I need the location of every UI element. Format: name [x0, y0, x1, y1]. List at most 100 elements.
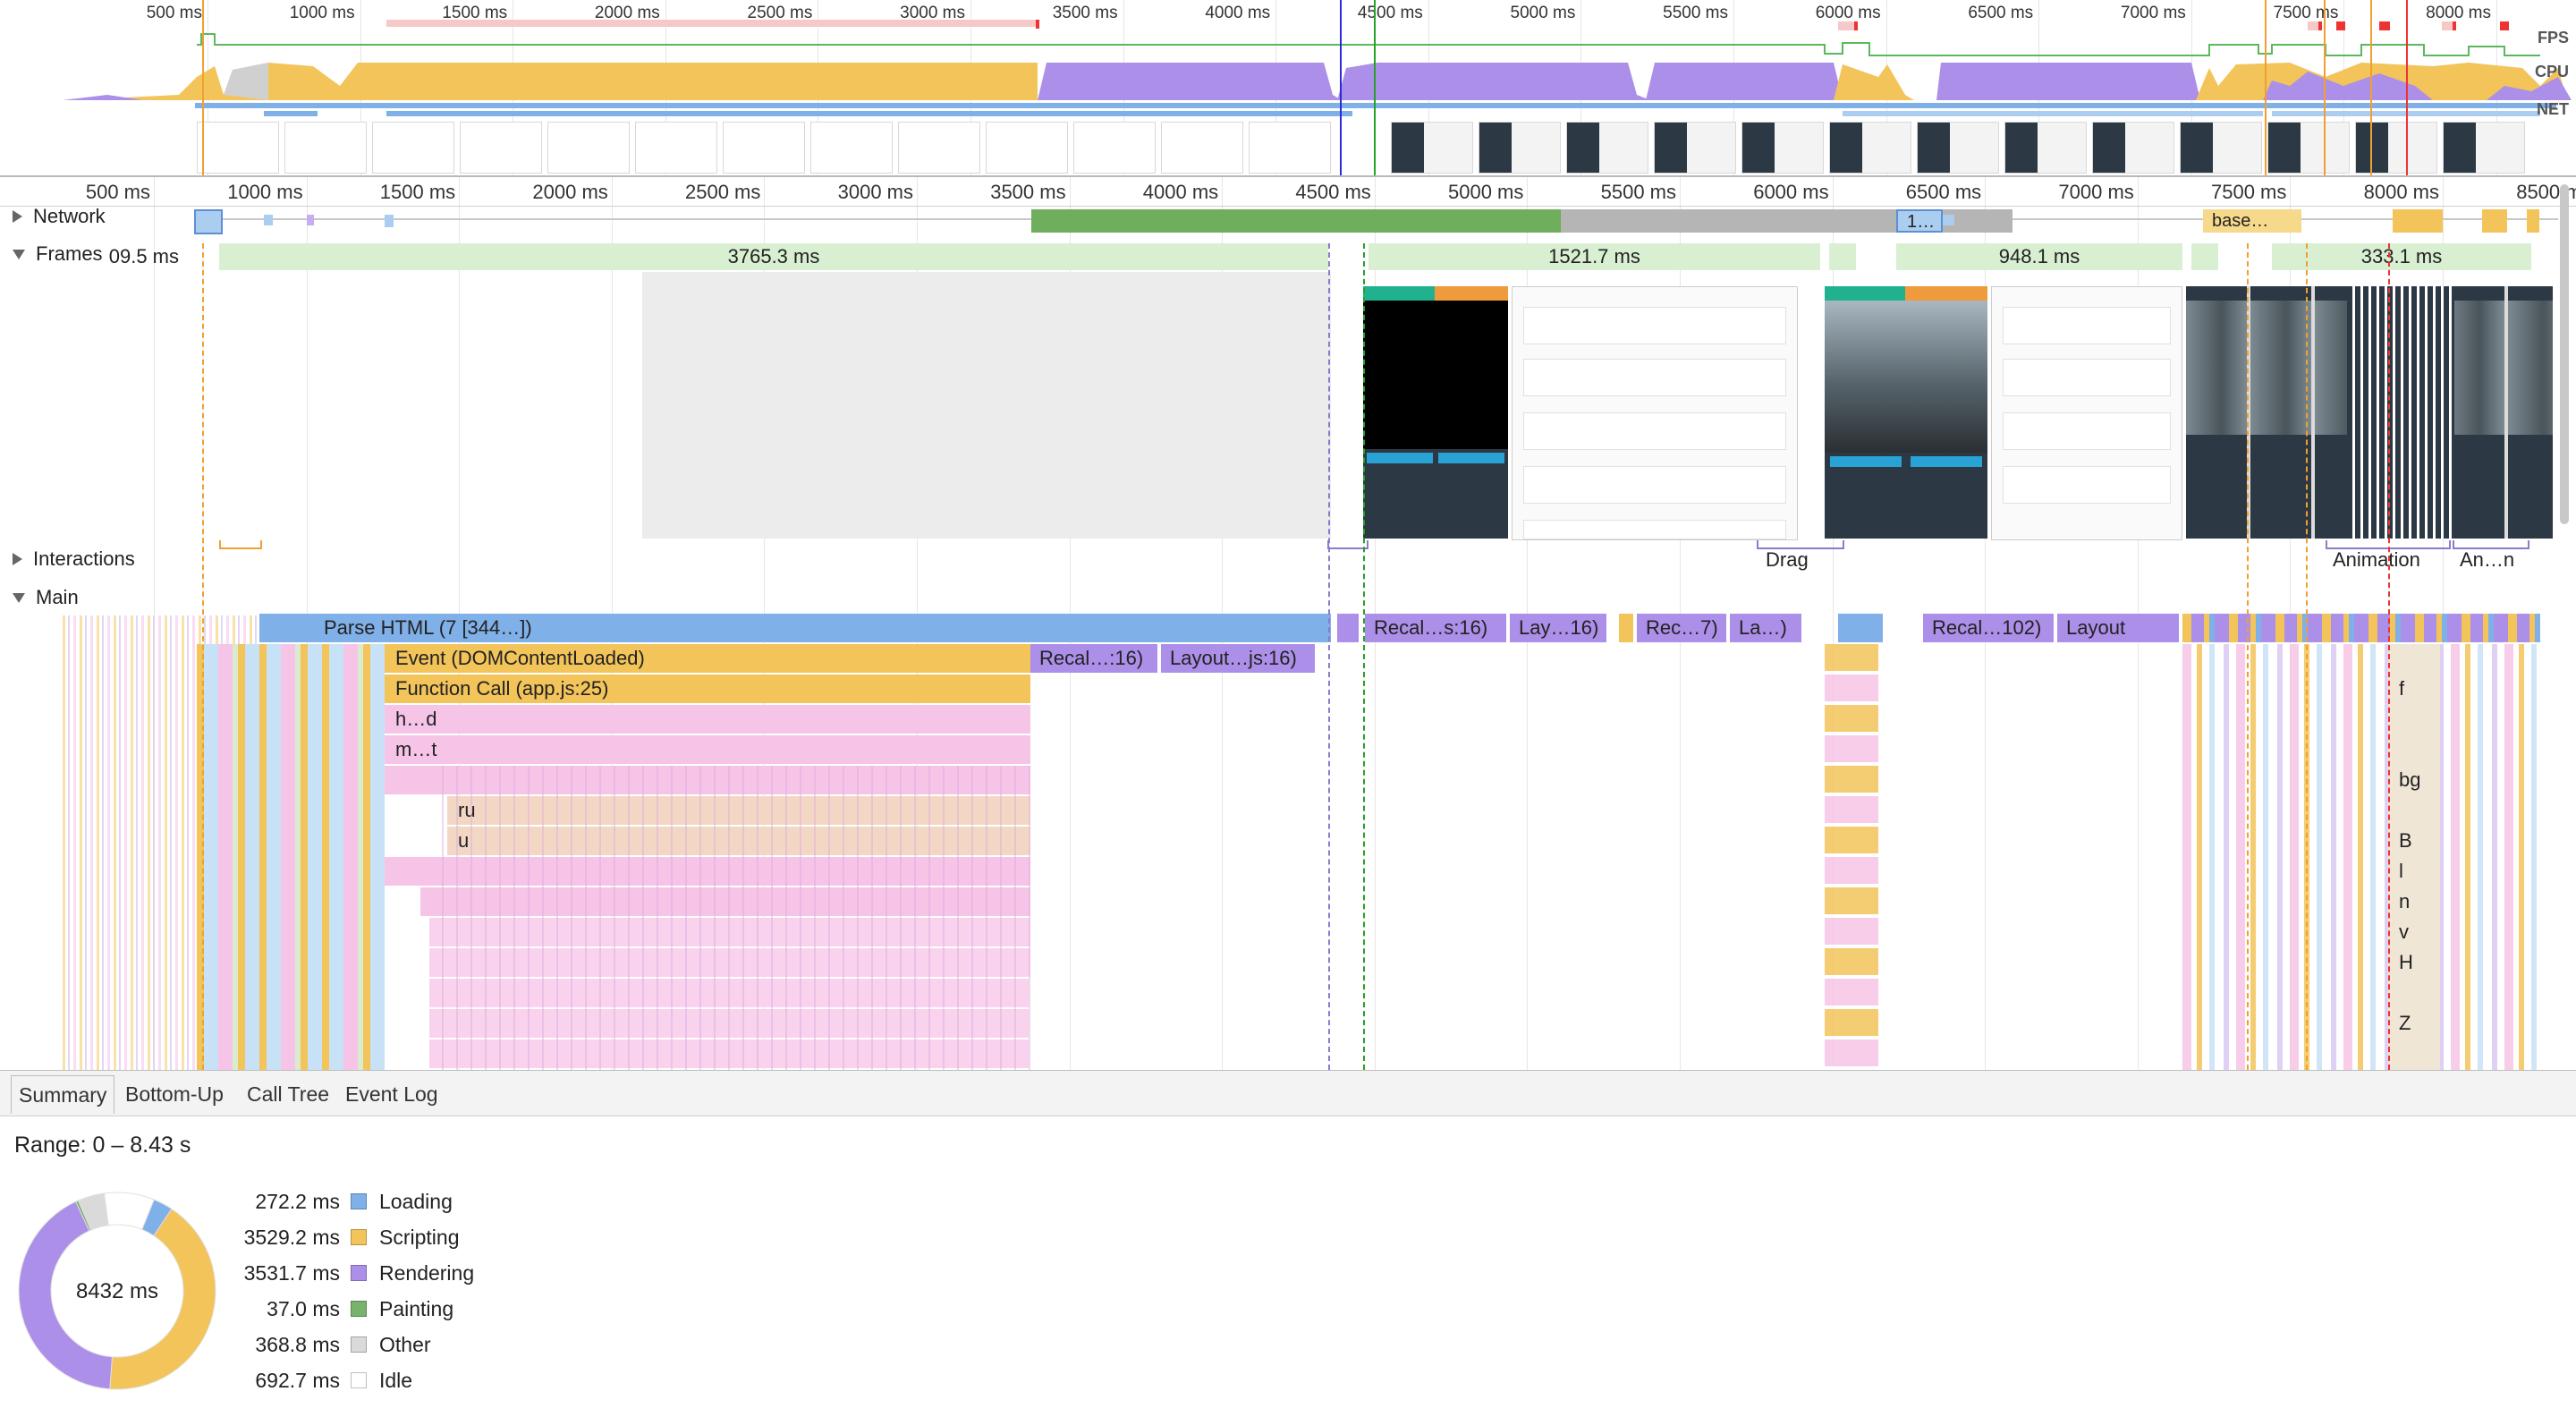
main-event-side-label[interactable]: l — [2399, 857, 2403, 886]
network-request[interactable] — [194, 209, 223, 234]
main-event-recalc[interactable]: Rec…7) — [1637, 614, 1726, 642]
filmstrip-frame[interactable] — [1161, 122, 1243, 174]
filmstrip-frame[interactable] — [1741, 122, 1824, 174]
filmstrip-frame[interactable] — [1249, 122, 1331, 174]
main-event-block[interactable] — [1619, 614, 1633, 642]
network-request-labeled[interactable]: base… — [2203, 209, 2301, 233]
summary-total: 8432 ms — [76, 1279, 158, 1303]
filmstrip-frame[interactable] — [1479, 122, 1561, 174]
interaction-bracket — [219, 540, 262, 549]
tab-bottom-up[interactable]: Bottom-Up — [118, 1075, 231, 1113]
filmstrip-frame[interactable] — [1829, 122, 1911, 174]
summary-label: Rendering — [379, 1261, 475, 1285]
main-event-js-frame[interactable]: m…t — [385, 735, 1030, 764]
filmstrip — [197, 122, 2558, 174]
track-frames-header[interactable]: Frames — [13, 242, 103, 266]
tab-call-tree[interactable]: Call Tree — [240, 1075, 336, 1113]
main-event-layout[interactable]: Layout…js:16) — [1161, 644, 1315, 673]
filmstrip-frame[interactable] — [810, 122, 893, 174]
main-event-side-label[interactable]: H — [2399, 948, 2413, 977]
frame-bar[interactable] — [1829, 243, 1856, 270]
filmstrip-frame[interactable] — [2092, 122, 2174, 174]
expand-arrow-icon[interactable] — [13, 553, 22, 565]
main-event-recalc[interactable]: Recal…:16) — [1030, 644, 1157, 673]
network-request[interactable] — [307, 215, 314, 225]
collapse-arrow-icon[interactable] — [13, 249, 25, 259]
filmstrip-frame[interactable] — [986, 122, 1068, 174]
frame-bar[interactable]: 1521.7 ms — [1368, 243, 1820, 270]
network-request[interactable] — [2527, 209, 2539, 233]
filmstrip-frame[interactable] — [372, 122, 454, 174]
tab-summary[interactable]: Summary — [11, 1075, 115, 1114]
overview-tick-label: 500 ms — [146, 4, 202, 22]
main-event-function-call[interactable]: Function Call (app.js:25) — [385, 675, 1030, 703]
filmstrip-frame[interactable] — [1391, 122, 1473, 174]
filmstrip-frame[interactable] — [2180, 122, 2262, 174]
network-request-long[interactable] — [1031, 209, 1561, 233]
main-event-layout[interactable]: Lay…16) — [1510, 614, 1606, 642]
network-request[interactable] — [2393, 209, 2443, 233]
marker-dashed — [2247, 243, 2249, 1070]
main-event-recalc[interactable]: Recal…s:16) — [1365, 614, 1506, 642]
filmstrip-frame[interactable] — [2443, 122, 2525, 174]
network-request[interactable] — [385, 215, 394, 227]
timeline-tick-label: 2500 ms — [685, 181, 761, 203]
filmstrip-frame[interactable] — [284, 122, 367, 174]
main-event-js-frame[interactable]: h…d — [385, 705, 1030, 734]
network-request[interactable] — [264, 215, 273, 225]
fps-graph — [197, 33, 2540, 56]
track-network-header[interactable]: Network — [13, 205, 106, 228]
summary-value: 3531.7 ms — [243, 1261, 340, 1285]
filmstrip-frame[interactable] — [635, 122, 717, 174]
expand-arrow-icon[interactable] — [13, 210, 22, 223]
timeline-tick-label: 8000 ms — [2363, 181, 2439, 203]
filmstrip-frame[interactable] — [547, 122, 630, 174]
overview-tick-label: 7000 ms — [2120, 4, 2186, 22]
main-event-block[interactable] — [1838, 614, 1883, 642]
filmstrip-frame[interactable] — [1654, 122, 1736, 174]
main-event-layout[interactable]: La…) — [1730, 614, 1801, 642]
filmstrip-frame[interactable] — [1073, 122, 1156, 174]
main-event-block[interactable] — [1337, 614, 1359, 642]
tab-event-log[interactable]: Event Log — [338, 1075, 445, 1113]
timeline-tick-label: 6000 ms — [1753, 181, 1829, 203]
collapse-arrow-icon[interactable] — [13, 592, 25, 603]
filmstrip-frame[interactable] — [460, 122, 542, 174]
overview-pane[interactable]: 500 ms 1000 ms 1500 ms 2000 ms 2500 ms 3000 m… — [0, 0, 2576, 175]
filmstrip-frame[interactable] — [1917, 122, 1999, 174]
filmstrip-frame[interactable] — [2267, 122, 2350, 174]
timeline-tick-label: 3500 ms — [990, 181, 1066, 203]
filmstrip-frame[interactable] — [1566, 122, 1648, 174]
main-event-side-label[interactable]: bg — [2399, 766, 2420, 794]
track-interactions-label: Interactions — [33, 547, 135, 570]
main-event-recalc[interactable]: Recal…102) — [1923, 614, 2054, 642]
main-event-side-label[interactable]: Z — [2399, 1009, 2411, 1038]
main-event-side-label[interactable]: f — [2399, 675, 2404, 703]
track-interactions-header[interactable]: Interactions — [13, 547, 135, 571]
main-event-parse-html[interactable]: Parse HTML (7 [344…]) — [259, 614, 1331, 642]
overview-tick-label: 8500 — [2533, 4, 2576, 23]
flame-scrollbar[interactable] — [2560, 184, 2569, 524]
filmstrip-frame[interactable] — [2004, 122, 2087, 174]
flame-stack-right — [2182, 644, 2540, 1070]
main-event-side-label[interactable]: B — [2399, 827, 2412, 855]
network-request[interactable] — [2482, 209, 2507, 233]
filmstrip-frame[interactable] — [197, 122, 279, 174]
track-main-header[interactable]: Main — [13, 586, 79, 609]
filmstrip-frame[interactable] — [723, 122, 805, 174]
main-event-side-label[interactable]: n — [2399, 887, 2410, 916]
network-request-labeled[interactable]: 1… — [1896, 209, 1943, 233]
cpu-graph — [63, 63, 2572, 100]
main-event-side-label[interactable]: v — [2399, 918, 2409, 946]
main-event-dom-content-loaded[interactable]: Event (DOMContentLoaded) — [385, 644, 1030, 673]
summary-range: Range: 0 – 8.43 s — [14, 1133, 191, 1158]
frame-bar[interactable] — [2191, 243, 2218, 270]
filmstrip-frame[interactable] — [2355, 122, 2437, 174]
frame-duration[interactable]: 09.5 ms — [107, 243, 179, 270]
filmstrip-frame[interactable] — [898, 122, 980, 174]
frame-bar[interactable]: 3765.3 ms — [219, 243, 1328, 270]
frame-bar[interactable]: 333.1 ms — [2272, 243, 2531, 270]
summary-value: 272.2 ms — [255, 1190, 340, 1213]
frame-bar[interactable]: 948.1 ms — [1896, 243, 2182, 270]
main-event-layout[interactable]: Layout — [2057, 614, 2179, 642]
